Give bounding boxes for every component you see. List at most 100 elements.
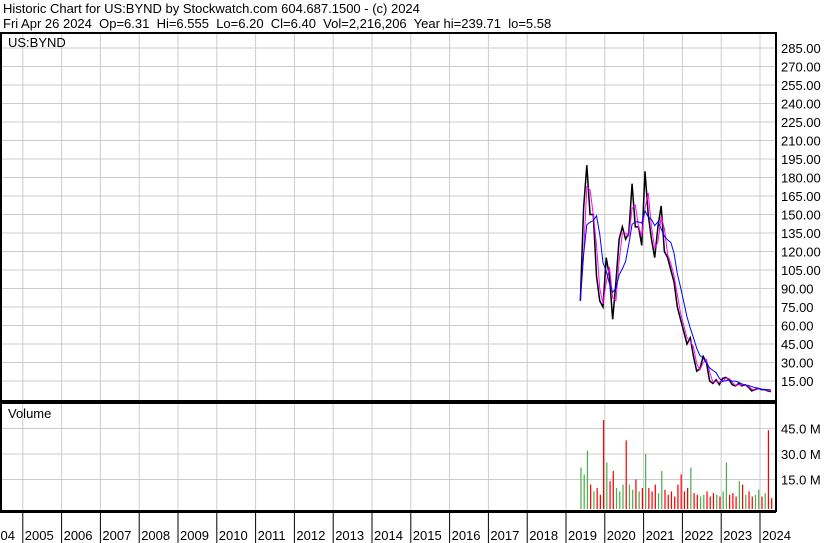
- volume-bar: [667, 494, 669, 509]
- y-tick-label: 75.00: [781, 300, 814, 315]
- x-tick-label: 2013: [335, 528, 364, 543]
- volume-bar: [748, 491, 750, 509]
- volume-bar: [687, 488, 689, 509]
- y-tick-label: 240.00: [781, 97, 821, 112]
- volume-bar: [619, 491, 621, 509]
- x-tick-label: 2023: [723, 528, 752, 543]
- price-volume-chart: 2004 2005 2006 2007 2008 2009 2010 2011 2012 2013…: [0, 32, 821, 543]
- volume-bar: [586, 450, 589, 509]
- volume-bar: [602, 420, 605, 509]
- volume-bar: [735, 496, 737, 509]
- x-tick-label: 2024: [762, 528, 791, 543]
- volume-bar: [758, 489, 760, 509]
- volume-bar: [654, 484, 656, 509]
- y-tick-label: 105.00: [781, 263, 821, 278]
- x-tick-label: 2009: [180, 528, 209, 543]
- volume-bar: [612, 471, 614, 509]
- x-tick-label: 2004: [0, 528, 15, 543]
- volume-bar: [706, 491, 708, 509]
- volume-bar: [712, 493, 715, 509]
- y-tick-label: 165.00: [781, 189, 821, 204]
- volume-bar: [628, 484, 631, 509]
- x-tick-label: 2018: [529, 528, 558, 543]
- y-tick-label: 225.00: [781, 115, 821, 130]
- y-tick-label: 60.00: [781, 319, 814, 334]
- x-tick-label: 2011: [258, 528, 286, 543]
- volume-bar: [699, 496, 702, 509]
- volume-bar: [741, 484, 744, 509]
- volume-bar: [596, 488, 598, 509]
- volume-bar: [761, 496, 763, 509]
- volume-bar: [606, 462, 608, 509]
- volume-bar: [677, 484, 679, 509]
- volume-bar: [738, 481, 740, 509]
- volume-bar: [590, 484, 592, 509]
- volume-bar: [648, 488, 650, 509]
- price-line: [579, 165, 772, 393]
- volume-bar: [625, 440, 627, 509]
- y-tick-label: 270.00: [781, 60, 821, 75]
- volume-bar: [641, 488, 643, 509]
- x-tick-label: 2014: [374, 528, 403, 543]
- volume-panel-border: [0, 402, 777, 512]
- x-tick-label: 2008: [141, 528, 170, 543]
- volume-tick-label: 45.0 M: [781, 422, 821, 437]
- y-tick-label: 15.00: [781, 374, 814, 389]
- volume-bar: [664, 489, 666, 509]
- volume-bar: [635, 479, 637, 509]
- y-tick-label: 30.00: [781, 356, 814, 371]
- y-tick-label: 195.00: [781, 152, 821, 167]
- volume-bar: [696, 494, 698, 509]
- volume-bar: [751, 496, 753, 509]
- chart-window: Historic Chart for US:BYND by Stockwatch…: [0, 0, 830, 543]
- volume-bar: [732, 493, 734, 509]
- volume-bar: [767, 430, 770, 509]
- volume-bar: [599, 494, 601, 509]
- y-tick-label: 150.00: [781, 208, 821, 223]
- volume-bar: [593, 491, 595, 509]
- volume-bar: [609, 481, 611, 509]
- x-tick-label: 2022: [684, 528, 713, 543]
- volume-bar: [632, 489, 634, 509]
- volume-bar: [725, 462, 728, 509]
- volume-bar: [709, 496, 711, 509]
- volume-bar: [745, 494, 747, 509]
- volume-bar: [580, 467, 582, 509]
- volume-bar: [703, 494, 705, 509]
- y-tick-label: 255.00: [781, 78, 821, 93]
- y-tick-label: 45.00: [781, 337, 814, 352]
- volume-bar: [670, 491, 673, 509]
- y-tick-label: 180.00: [781, 171, 821, 186]
- volume-bar: [661, 471, 663, 509]
- x-tick-label: 2006: [64, 528, 93, 543]
- y-tick-label: 135.00: [781, 226, 821, 241]
- x-tick-label: 2016: [452, 528, 481, 543]
- x-tick-label: 2005: [25, 528, 54, 543]
- volume-bar: [683, 491, 686, 509]
- volume-bar: [754, 494, 757, 509]
- volume-bar: [719, 496, 721, 509]
- volume-bar: [674, 496, 676, 509]
- volume-bar: [680, 474, 682, 509]
- volume-bar: [729, 494, 731, 509]
- volume-bar: [716, 494, 718, 509]
- volume-bar: [764, 493, 766, 509]
- x-tick-label: 2007: [102, 528, 131, 543]
- volume-bar: [622, 484, 624, 509]
- y-tick-label: 120.00: [781, 245, 821, 260]
- volume-bar: [615, 488, 618, 509]
- volume-bar: [690, 467, 692, 509]
- volume-tick-label: 30.0 M: [781, 447, 821, 462]
- volume-bar: [583, 474, 585, 509]
- x-tick-label: 2012: [296, 528, 325, 543]
- x-tick-label: 2015: [413, 528, 442, 543]
- x-tick-label: 2017: [490, 528, 519, 543]
- x-tick-label: 2020: [607, 528, 636, 543]
- volume-bar: [657, 493, 660, 509]
- volume-bar: [638, 491, 640, 509]
- x-tick-label: 2010: [219, 528, 248, 543]
- volume-bar: [693, 493, 695, 509]
- volume-bar: [771, 498, 773, 509]
- chart-symbol-label: US:BYND: [8, 35, 66, 50]
- y-tick-label: 90.00: [781, 282, 814, 297]
